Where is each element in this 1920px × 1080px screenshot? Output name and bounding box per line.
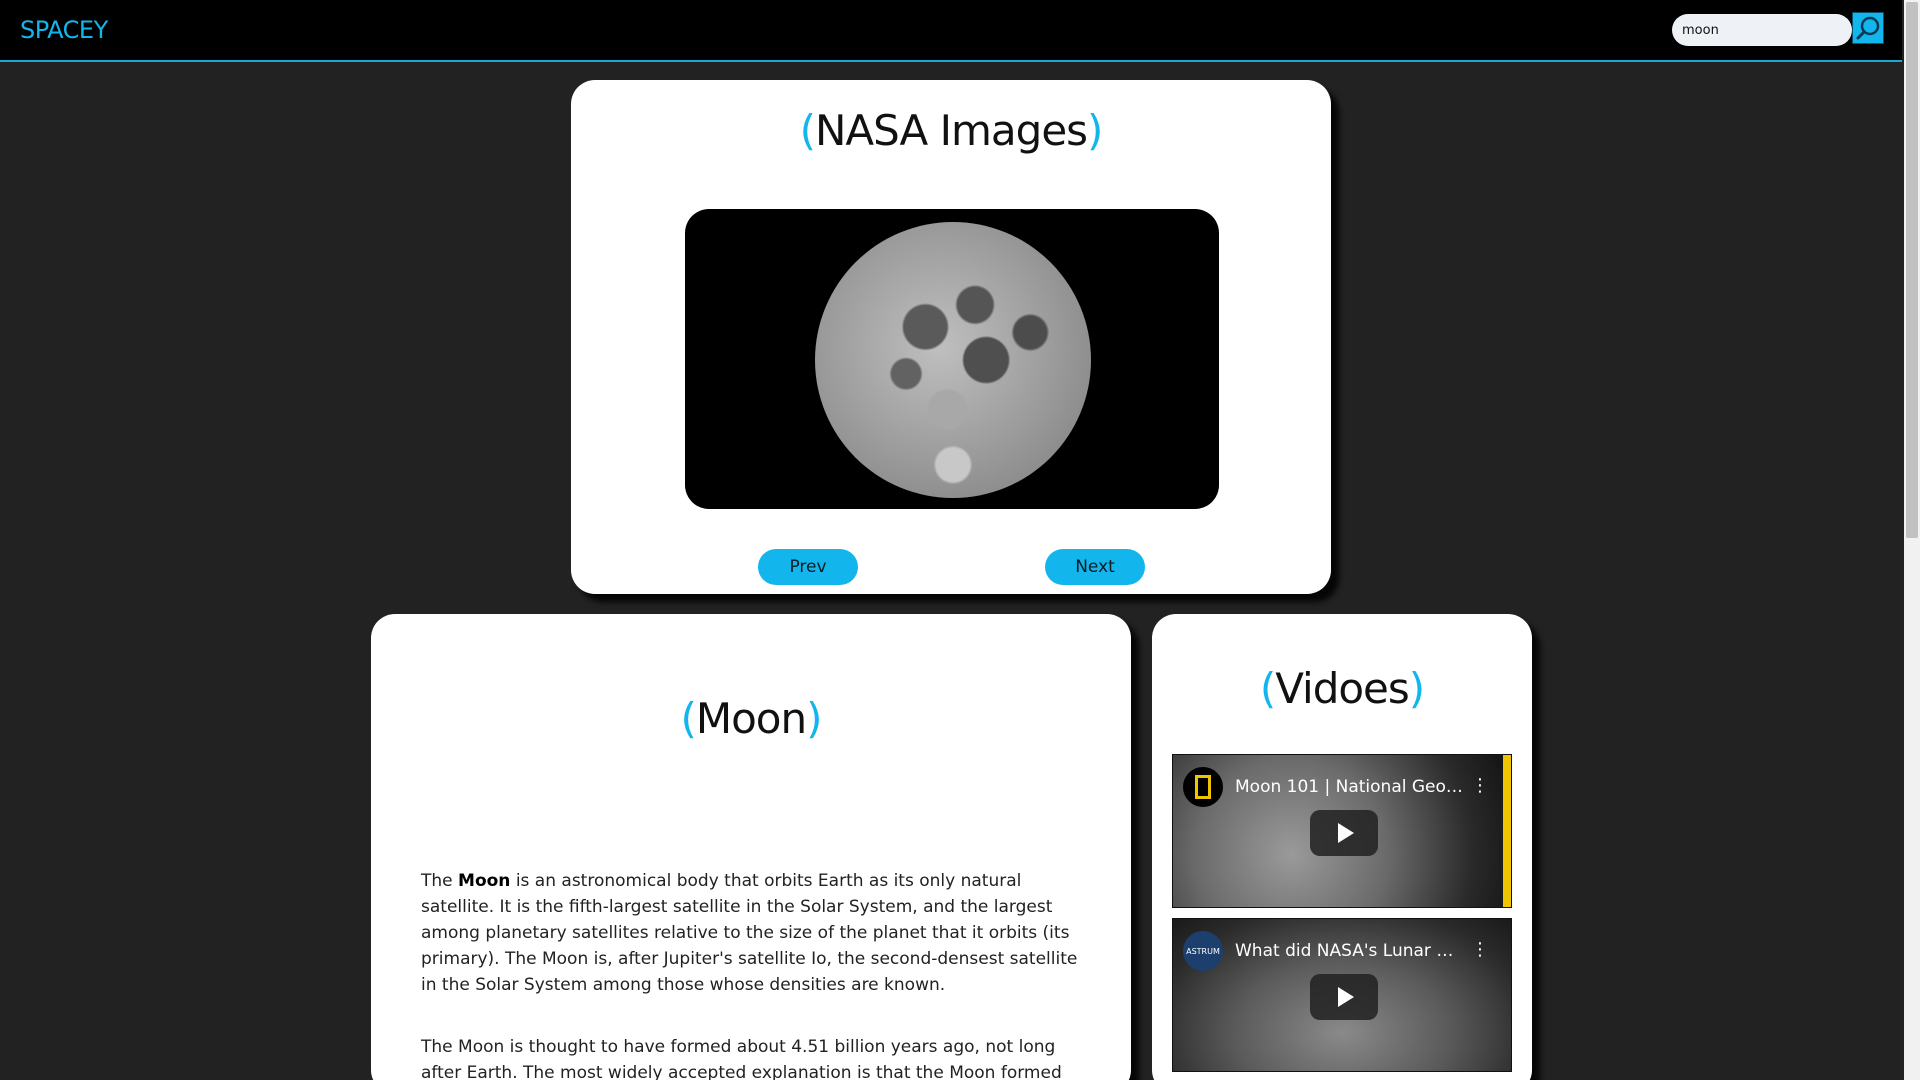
nasa-image [685,209,1219,509]
video-embed[interactable]: ASTRUM What did NASA's Lunar Or... ⋮ [1172,918,1512,1072]
nasa-images-title: (NASA Images) [571,106,1331,155]
title-bracket-left: ( [799,106,816,155]
title-bracket-right: ) [1408,664,1425,713]
article-card: (Moon) The Moon is an astronomical body … [371,614,1131,1080]
more-vert-icon[interactable]: ⋮ [1471,775,1489,796]
search-icon [1856,16,1880,40]
play-icon[interactable] [1310,810,1378,856]
video-embed[interactable]: Moon 101 | National Geogr... ⋮ [1172,754,1512,908]
play-icon[interactable] [1310,974,1378,1020]
paragraph-text: The [421,871,459,891]
nasa-images-title-text: NASA Images [814,106,1088,155]
search-box [1672,14,1852,46]
top-navbar: SPACEY [0,0,1902,62]
title-bracket-left: ( [1259,664,1276,713]
title-bracket-right: ) [806,694,822,743]
nasa-images-card: (NASA Images) Prev Next [571,80,1331,594]
more-vert-icon[interactable]: ⋮ [1471,939,1489,960]
moon-image [815,222,1091,498]
videos-title: (Vidoes) [1152,664,1532,713]
article-title: (Moon) [371,694,1131,743]
national-geographic-logo-icon[interactable] [1183,767,1223,807]
search-input[interactable] [1672,14,1832,46]
paragraph-bold-term: Moon [458,871,511,891]
paragraph-text: is an astronomical body that orbits Eart… [421,871,1078,995]
video-title[interactable]: Moon 101 | National Geogr... [1235,777,1465,797]
astrum-channel-logo-icon[interactable]: ASTRUM [1183,931,1223,971]
page-scrollbar-thumb[interactable] [1906,2,1918,538]
video-title[interactable]: What did NASA's Lunar Or... [1235,941,1465,961]
next-button[interactable]: Next [1045,549,1145,585]
article-paragraph: The Moon is thought to have formed about… [421,1037,1062,1080]
videos-card: (Vidoes) Moon 101 | National Geogr... ⋮ … [1152,614,1532,1080]
video-thumbnail-border [1503,755,1511,907]
article-title-text: Moon [695,694,807,743]
videos-title-text: Vidoes [1275,664,1410,713]
title-bracket-left: ( [680,694,696,743]
prev-button[interactable]: Prev [758,549,858,585]
search-button[interactable] [1852,12,1884,44]
title-bracket-right: ) [1087,106,1103,155]
site-logo[interactable]: SPACEY [20,16,108,44]
article-paragraph: The Moon is an astronomical body that or… [421,868,1091,998]
